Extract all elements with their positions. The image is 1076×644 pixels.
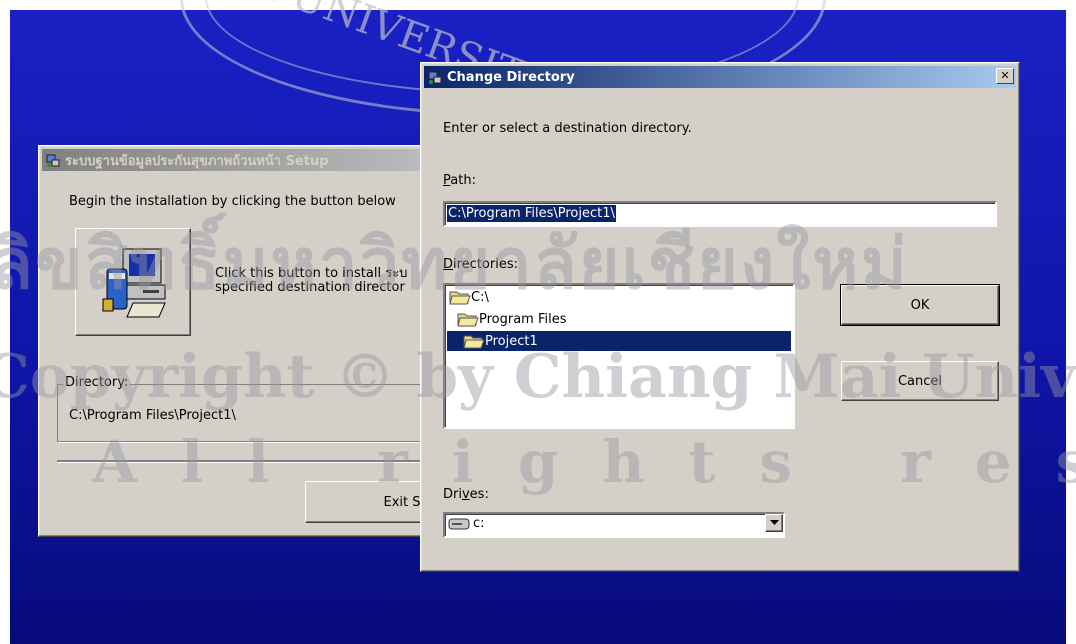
change-directory-dialog: Change Directory ✕ Enter or select a des… bbox=[420, 62, 1020, 572]
path-input-value: C:\Program Files\Project1\ bbox=[447, 205, 616, 222]
directory-item-label: C:\ bbox=[471, 289, 489, 305]
setup-window: ระบบฐานข้อมูลประกันสุขภาพถ้วนหน้า Setup … bbox=[38, 145, 460, 537]
directories-label-rest: irectories: bbox=[453, 257, 518, 272]
drives-label: Drives: bbox=[443, 487, 489, 502]
setup-app-icon bbox=[46, 154, 60, 167]
directories-listbox[interactable]: C:\ Program Files Project1 bbox=[443, 283, 795, 429]
cancel-button[interactable]: Cancel bbox=[841, 361, 999, 401]
drives-label-pre: Dri bbox=[443, 487, 462, 502]
install-button[interactable] bbox=[75, 228, 191, 336]
drives-label-post: es: bbox=[469, 487, 489, 502]
close-button[interactable]: ✕ bbox=[996, 68, 1014, 84]
directories-label-hotkey: D bbox=[443, 257, 454, 272]
drives-label-hotkey: v bbox=[461, 487, 470, 502]
close-icon: ✕ bbox=[1000, 69, 1010, 82]
chevron-down-icon bbox=[769, 520, 779, 525]
directory-item-label: Program Files bbox=[479, 311, 567, 327]
dialog-app-icon bbox=[428, 71, 442, 84]
path-input[interactable]: C:\Program Files\Project1\ bbox=[443, 201, 997, 227]
drives-dropdown-button[interactable] bbox=[765, 514, 783, 532]
path-label-rest: ath: bbox=[450, 173, 476, 188]
computer-install-icon bbox=[102, 248, 166, 318]
open-folder-icon bbox=[463, 335, 485, 349]
hard-drive-icon bbox=[448, 518, 470, 530]
directories-label: Directories: bbox=[443, 257, 518, 272]
setup-title-bar[interactable]: ระบบฐานข้อมูลประกันสุขภาพถ้วนหน้า Setup bbox=[42, 149, 456, 171]
setup-divider bbox=[57, 460, 439, 462]
open-folder-icon bbox=[449, 291, 471, 305]
setup-begin-text: Begin the installation by clicking the b… bbox=[69, 194, 396, 209]
drive-value: c: bbox=[473, 516, 485, 531]
ok-button-label: OK bbox=[910, 297, 930, 313]
directory-item-project1[interactable]: Project1 bbox=[447, 331, 791, 351]
ok-button[interactable]: OK bbox=[840, 284, 1000, 326]
directory-item-program-files[interactable]: Program Files bbox=[457, 309, 567, 329]
cancel-button-label: Cancel bbox=[897, 373, 943, 389]
setup-window-title: ระบบฐานข้อมูลประกันสุขภาพถ้วนหน้า Setup bbox=[65, 153, 329, 169]
change-directory-title: Change Directory bbox=[447, 69, 575, 85]
directory-value: C:\Program Files\Project1\ bbox=[69, 408, 236, 423]
directory-item-c-root[interactable]: C:\ bbox=[449, 287, 489, 307]
path-label: Path: bbox=[443, 173, 476, 188]
drives-select[interactable]: c: bbox=[443, 512, 785, 538]
open-folder-icon bbox=[457, 313, 479, 327]
install-text-line2: specified destination director bbox=[215, 280, 405, 295]
change-directory-title-bar[interactable]: Change Directory ✕ bbox=[424, 66, 1016, 88]
directory-label: Directory: bbox=[63, 375, 131, 390]
directory-item-label: Project1 bbox=[485, 333, 538, 349]
destination-prompt: Enter or select a destination directory. bbox=[443, 121, 692, 136]
